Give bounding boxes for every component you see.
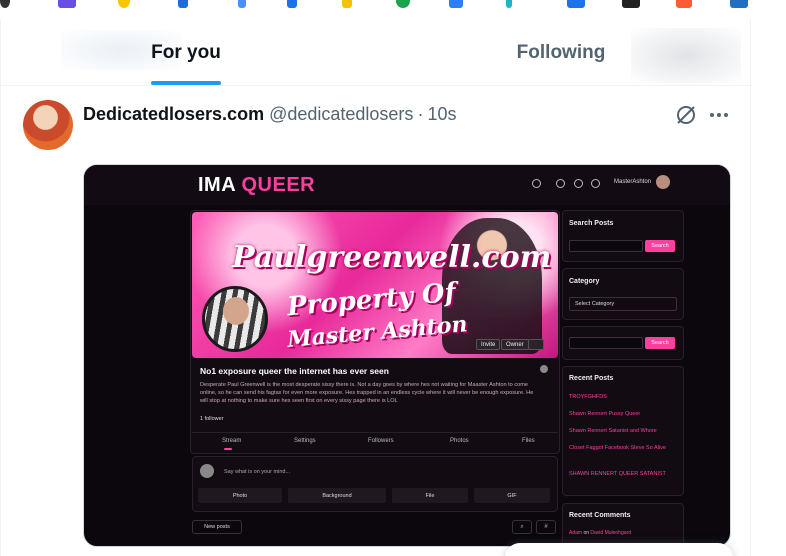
app-icon-6[interactable] xyxy=(287,0,297,8)
media-search-small-icon: ⌕ xyxy=(512,520,532,534)
media-owner-button: Owner xyxy=(501,339,529,350)
media-file-button: File xyxy=(392,488,468,503)
display-name[interactable]: Dedicatedlosers.com xyxy=(83,104,264,125)
tweet-header: Dedicatedlosers.com @dedicatedlosers · 1… xyxy=(83,104,456,125)
media-invite-button: Invite xyxy=(476,339,501,350)
comment-author: Adam xyxy=(569,530,583,536)
media-background-button: Background xyxy=(288,488,386,503)
more-options-icon[interactable] xyxy=(707,105,731,125)
floating-messages-drawer[interactable] xyxy=(505,543,733,556)
media-group-description: Desperate Paul Greenwell is the most des… xyxy=(200,382,534,405)
media-hash-icon: # xyxy=(536,520,556,534)
media-chat-icon xyxy=(574,179,583,188)
grok-icon[interactable] xyxy=(675,104,697,126)
media-category-panel xyxy=(562,268,684,320)
tab-for-you[interactable]: For you xyxy=(1,20,371,86)
tweet-media-image[interactable]: IMA QUEER MasterAshton Paulgreenwell.com… xyxy=(83,164,731,547)
media-search-posts-title: Search Posts xyxy=(569,220,614,227)
media-recent-post: Shawn Rennert Pussy Queer xyxy=(569,411,641,417)
media-tab-followers: Followers xyxy=(368,438,394,444)
media-category-title: Category xyxy=(569,278,600,285)
media-search-icon xyxy=(532,179,541,188)
media-search-input xyxy=(569,240,643,252)
media-recent-post: TROYFGHFDS xyxy=(569,394,607,400)
app-icon-10[interactable] xyxy=(506,0,512,8)
media-profile-picture xyxy=(202,286,268,352)
media-tab-photos: Photos xyxy=(450,438,469,444)
media-photo-button: Photo xyxy=(198,488,282,503)
media-group-title: No1 exposure queer the internet has ever… xyxy=(200,366,389,376)
media-site-logo: IMA QUEER xyxy=(198,174,315,197)
app-icon-4[interactable] xyxy=(178,0,188,8)
avatar[interactable] xyxy=(23,100,73,150)
media-active-tab-indicator xyxy=(224,448,232,450)
media-group-tabs: Stream Settings Followers Photos Files xyxy=(192,432,558,450)
app-icon-1[interactable] xyxy=(0,0,10,8)
media-composer-placeholder: Say what is on your mind... xyxy=(224,469,291,475)
app-icon-12[interactable] xyxy=(622,0,640,8)
media-recent-comments-panel xyxy=(562,503,684,546)
media-category-select: Select Category xyxy=(569,297,677,311)
media-composer-avatar xyxy=(200,464,214,478)
timeline-tabs: For you Following xyxy=(1,20,752,86)
media-tab-files: Files xyxy=(522,438,535,444)
comment-target: David Mulenhgard xyxy=(590,530,631,536)
logo-ima: IMA xyxy=(198,174,236,196)
media-mail-icon xyxy=(528,339,544,350)
separator-dot: · xyxy=(417,104,424,124)
media-info-icon xyxy=(540,365,548,373)
comment-on: on xyxy=(583,530,590,536)
media-search-button-2: Search xyxy=(645,337,675,349)
media-follower-count: 1 follower xyxy=(200,416,224,422)
media-tab-stream: Stream xyxy=(222,438,242,444)
media-search-button: Search xyxy=(645,240,675,252)
tab-following-label: Following xyxy=(516,42,606,63)
app-icon-11[interactable] xyxy=(567,0,585,8)
media-search-panel xyxy=(562,210,684,262)
timestamp[interactable]: 10s xyxy=(427,104,456,125)
media-new-posts-button: New posts xyxy=(192,520,242,534)
tab-for-you-label: For you xyxy=(151,42,221,63)
media-recent-comments-title: Recent Comments xyxy=(569,512,631,519)
media-recent-post: Closet Faggot Facebook Steve So Alive xyxy=(569,445,666,451)
app-icon-14[interactable] xyxy=(730,0,748,8)
app-icon-8[interactable] xyxy=(396,0,410,8)
app-icon-5[interactable] xyxy=(238,0,246,8)
media-users-icon xyxy=(556,179,565,188)
browser-icon-strip xyxy=(0,0,786,10)
app-icon-7[interactable] xyxy=(342,0,352,8)
app-icon-9[interactable] xyxy=(449,0,463,8)
media-recent-post: Shawn Rennert Satanist and Whore xyxy=(569,428,657,434)
media-bell-icon xyxy=(591,179,600,188)
media-gif-button: GIF xyxy=(474,488,550,503)
app-icon-2[interactable] xyxy=(58,0,76,8)
media-recent-post: SHAWN RENNERT QUEER SATANIST xyxy=(569,471,666,477)
tweet[interactable]: Dedicatedlosers.com @dedicatedlosers · 1… xyxy=(1,87,752,556)
tab-following[interactable]: Following xyxy=(376,20,746,86)
logo-queer: QUEER xyxy=(241,174,316,196)
media-username: MasterAshton xyxy=(614,179,652,185)
media-recent-posts-title: Recent Posts xyxy=(569,375,614,382)
media-recent-comment: Adam on David Mulenhgard xyxy=(569,530,631,536)
app-icon-3[interactable] xyxy=(118,0,130,8)
active-tab-indicator xyxy=(151,81,221,85)
media-user-avatar xyxy=(656,175,670,189)
banner-line-1: Paulgreenwell.com xyxy=(232,240,552,275)
media-search-input-2 xyxy=(569,337,643,349)
media-composer xyxy=(192,456,558,512)
home-timeline: For you Following Dedicatedlosers.com @d… xyxy=(0,20,752,556)
media-site-header: IMA QUEER MasterAshton xyxy=(84,165,730,205)
user-handle[interactable]: @dedicatedlosers xyxy=(269,104,413,125)
app-icon-13[interactable] xyxy=(676,0,692,8)
media-tab-settings: Settings xyxy=(294,438,316,444)
